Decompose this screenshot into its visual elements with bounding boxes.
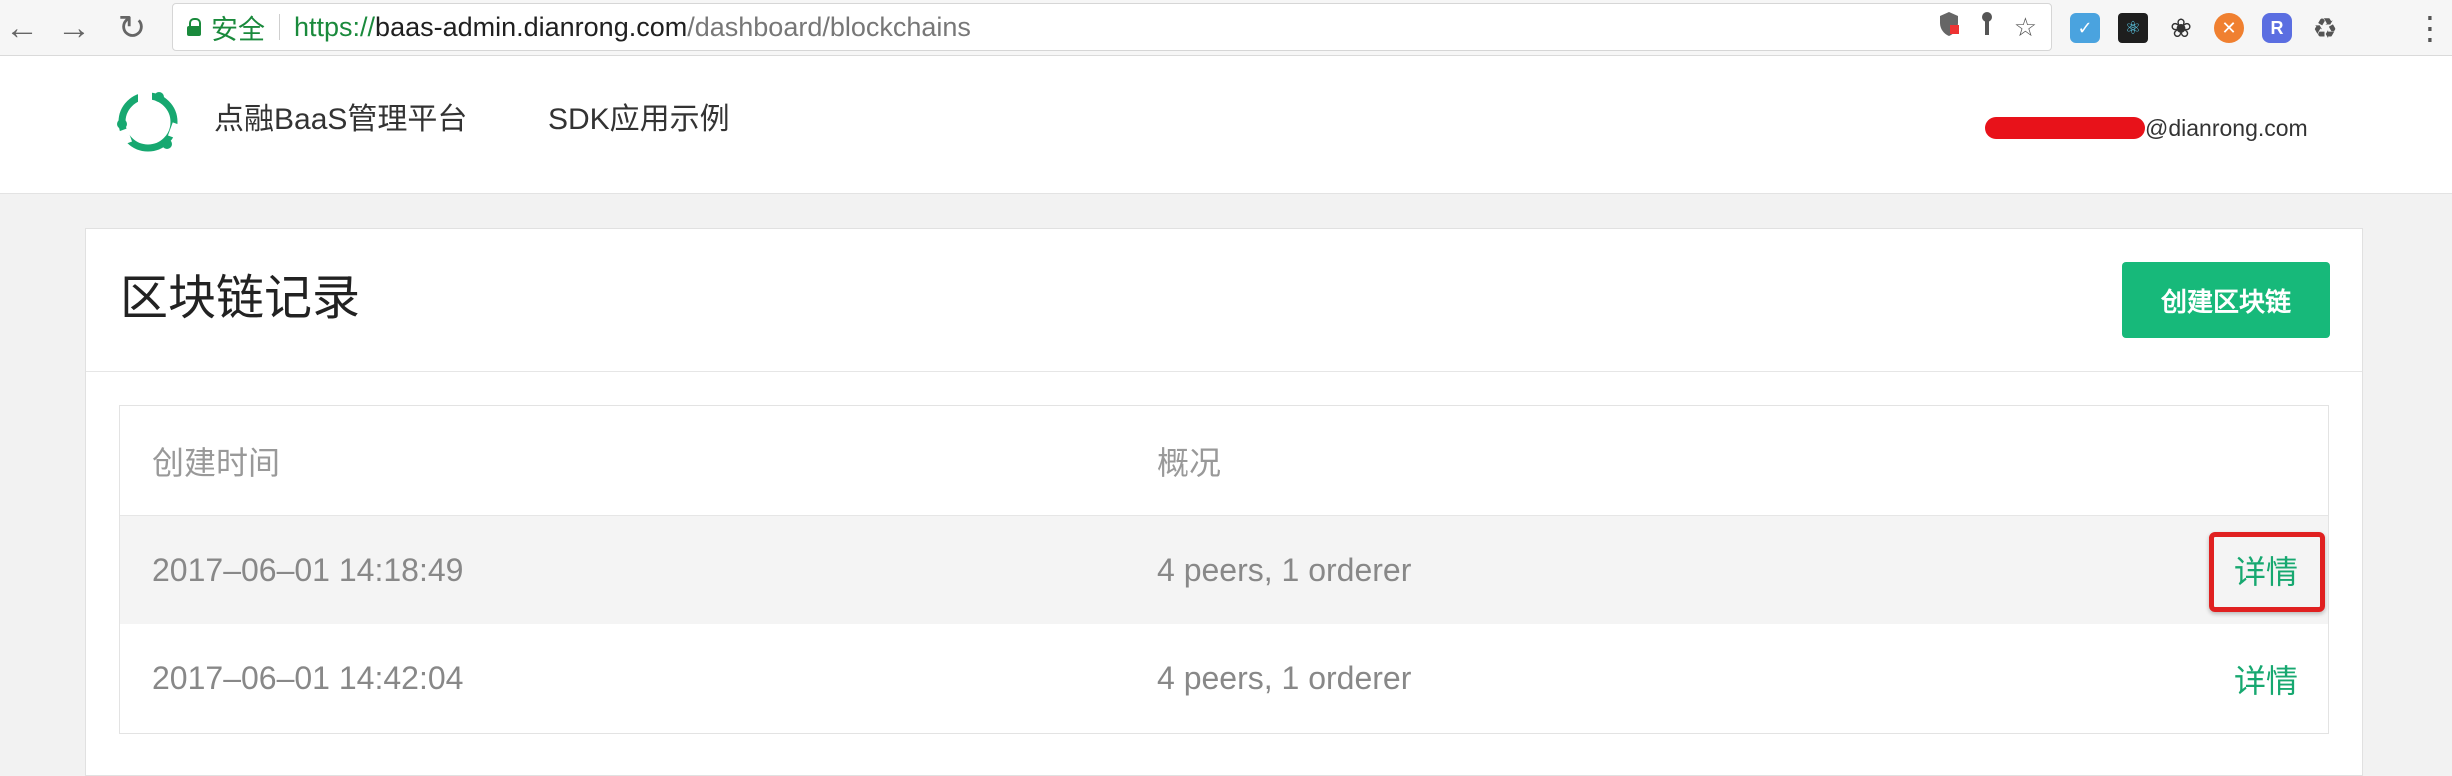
browser-toolbar: ← → ↻ 安全 https:// baas-admin.dianrong.co… [0, 0, 2452, 56]
forward-arrow-icon[interactable]: → [52, 4, 96, 52]
table-row: 2017–06–01 14:42:04 4 peers, 1 orderer 详… [120, 624, 2328, 733]
url-path: /dashboard/blockchains [687, 11, 971, 42]
extension-1-icon[interactable]: ✓ [2070, 13, 2100, 43]
create-blockchain-button[interactable]: 创建区块链 [2122, 262, 2330, 338]
evernote-icon[interactable]: ❀ [2166, 13, 2196, 43]
table-header-row: 创建时间 概况 [120, 406, 2328, 516]
react-devtools-icon[interactable]: ⚛ [2118, 13, 2148, 43]
lock-icon [187, 18, 201, 36]
cell-created-at: 2017–06–01 14:42:04 [152, 660, 464, 696]
url-separator [279, 14, 280, 40]
details-link[interactable]: 详情 [2234, 516, 2298, 624]
address-bar[interactable]: 安全 https:// baas-admin.dianrong.com /das… [172, 3, 2052, 51]
user-email-suffix: @dianrong.com [2145, 115, 2308, 141]
recycle-icon[interactable]: ♻ [2310, 13, 2340, 44]
app-header: 点融BaaS管理平台 SDK应用示例 @dianrong.com [0, 56, 2452, 194]
redacted-username [1985, 117, 2145, 139]
blockchain-table: 创建时间 概况 2017–06–01 14:18:49 4 peers, 1 o… [119, 405, 2329, 734]
cell-summary: 4 peers, 1 orderer [1157, 660, 1412, 696]
blockchain-records-card: 区块链记录 创建区块链 创建时间 概况 2017–06–01 14:18:49 … [85, 228, 2363, 776]
shield-blocked-icon[interactable] [1938, 11, 1960, 44]
omnibox-icons: ☆ [1938, 4, 2037, 50]
menu-dots-icon[interactable]: ⋮ [2414, 8, 2446, 48]
secure-label: 安全 [211, 14, 265, 45]
nav-sdk-examples[interactable]: SDK应用示例 [548, 100, 730, 140]
brand-title[interactable]: 点融BaaS管理平台 [214, 100, 467, 140]
url-scheme: https:// [294, 11, 376, 42]
cell-summary: 4 peers, 1 orderer [1157, 551, 1412, 588]
table-row: 2017–06–01 14:18:49 4 peers, 1 orderer 详… [120, 516, 2328, 624]
extension-icons: ✓ ⚛ ❀ ✕ R ♻ [2070, 8, 2340, 48]
star-icon[interactable]: ☆ [2014, 12, 2037, 43]
reload-icon[interactable]: ↻ [110, 4, 154, 52]
user-email[interactable]: @dianrong.com [1985, 112, 2308, 144]
extension-orange-icon[interactable]: ✕ [2214, 13, 2244, 43]
page-title: 区块链记录 [120, 272, 361, 325]
key-icon[interactable] [1980, 11, 1994, 44]
cell-created-at: 2017–06–01 14:18:49 [152, 551, 464, 588]
details-link[interactable]: 详情 [2234, 624, 2298, 733]
column-header-created-at: 创建时间 [152, 444, 281, 481]
column-header-summary: 概况 [1157, 444, 1222, 481]
app-logo-icon[interactable] [112, 86, 185, 158]
url-host: baas-admin.dianrong.com [375, 11, 688, 42]
extension-r-icon[interactable]: R [2262, 13, 2292, 43]
card-header: 区块链记录 创建区块链 [86, 229, 2362, 372]
back-arrow-icon[interactable]: ← [0, 4, 44, 52]
